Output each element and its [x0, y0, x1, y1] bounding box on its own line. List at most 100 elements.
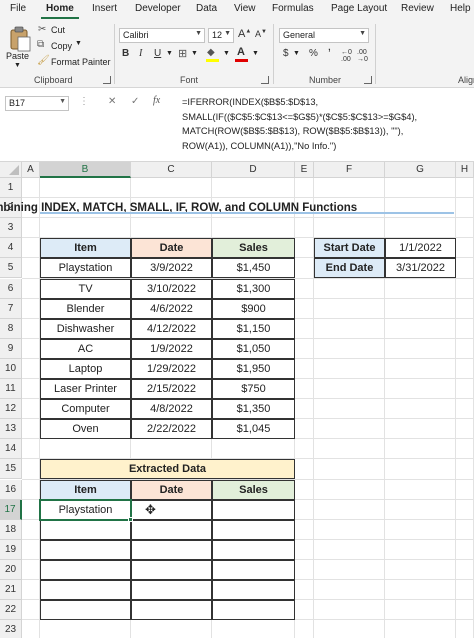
borders-icon[interactable]: ⊞	[178, 47, 187, 60]
paste-button[interactable]: Paste ▼	[6, 22, 34, 72]
column-header-a[interactable]: A	[22, 162, 40, 178]
extracted-cell[interactable]	[131, 499, 212, 520]
font-launcher-icon[interactable]	[261, 76, 269, 84]
row-header-4[interactable]: 4	[0, 238, 22, 259]
table-cell[interactable]: 4/6/2022	[131, 298, 212, 319]
column-header-d[interactable]: D	[212, 162, 295, 178]
table-cell[interactable]: Laptop	[40, 358, 131, 379]
select-all-corner[interactable]	[0, 162, 22, 178]
italic-icon[interactable]: I	[139, 48, 142, 59]
extracted-cell[interactable]	[212, 600, 295, 621]
row-header-11[interactable]: 11	[0, 379, 22, 400]
increase-decimal-icon[interactable]: ←0.00	[341, 49, 352, 63]
bold-icon[interactable]: B	[122, 48, 129, 59]
tab-help[interactable]: Help	[450, 3, 471, 14]
clipboard-launcher-icon[interactable]	[103, 76, 111, 84]
formula-bar-resize-handle[interactable]: ⋮	[79, 96, 89, 107]
table-cell[interactable]: $900	[212, 298, 295, 319]
table-cell[interactable]: 2/22/2022	[131, 419, 212, 440]
currency-icon[interactable]: $	[283, 48, 289, 59]
extracted-cell[interactable]	[131, 559, 212, 580]
tab-view[interactable]: View	[234, 3, 256, 14]
row-header-10[interactable]: 10	[0, 358, 22, 379]
row-header-12[interactable]: 12	[0, 399, 22, 420]
column-header-b[interactable]: B	[40, 162, 131, 178]
chevron-down-icon[interactable]: ▼	[75, 40, 82, 47]
font-color-icon[interactable]: A	[234, 46, 250, 63]
table-cell[interactable]: Laser Printer	[40, 379, 131, 400]
table-cell[interactable]: $1,350	[212, 399, 295, 420]
tab-file[interactable]: File	[10, 3, 26, 14]
tab-developer[interactable]: Developer	[135, 3, 181, 14]
column-header-e[interactable]: E	[295, 162, 314, 178]
tab-insert[interactable]: Insert	[92, 3, 117, 14]
chevron-down-icon[interactable]: ▼	[293, 50, 300, 57]
table-cell[interactable]: 1/9/2022	[131, 338, 212, 359]
tab-formulas[interactable]: Formulas	[272, 3, 314, 14]
chevron-down-icon[interactable]: ▼	[252, 50, 259, 57]
extracted-cell[interactable]	[212, 539, 295, 560]
table-cell[interactable]: $1,045	[212, 419, 295, 440]
table-cell[interactable]: 3/9/2022	[131, 258, 212, 279]
comma-style-icon[interactable]: ʼ	[328, 46, 331, 61]
extracted-cell[interactable]	[212, 499, 295, 520]
table-cell[interactable]: AC	[40, 338, 131, 359]
table-cell[interactable]: 3/10/2022	[131, 278, 212, 299]
extracted-cell[interactable]	[131, 600, 212, 621]
copy-button[interactable]: Copy	[51, 41, 72, 51]
row-header-8[interactable]: 8	[0, 318, 22, 339]
row-header-19[interactable]: 19	[0, 539, 22, 560]
tab-review[interactable]: Review	[401, 3, 434, 14]
fill-color-icon[interactable]: ◆	[205, 47, 221, 63]
table-cell[interactable]: Dishwasher	[40, 318, 131, 339]
cut-button[interactable]: Cut	[51, 25, 65, 35]
row-header-13[interactable]: 13	[0, 419, 22, 440]
extracted-cell[interactable]	[40, 600, 131, 621]
table-cell[interactable]: Oven	[40, 419, 131, 440]
decrease-decimal-icon[interactable]: .00 →0	[357, 49, 368, 63]
extracted-cell[interactable]	[131, 519, 212, 540]
row-header-22[interactable]: 22	[0, 600, 22, 621]
extracted-cell[interactable]	[40, 519, 131, 540]
extracted-cell[interactable]	[131, 580, 212, 601]
row-header-3[interactable]: 3	[0, 218, 22, 239]
tab-data[interactable]: Data	[196, 3, 217, 14]
table-cell[interactable]: $1,150	[212, 318, 295, 339]
extracted-cell[interactable]	[40, 539, 131, 560]
number-launcher-icon[interactable]	[364, 76, 372, 84]
row-header-23[interactable]: 23	[0, 620, 22, 638]
column-header-g[interactable]: G	[385, 162, 456, 178]
column-header-f[interactable]: F	[314, 162, 385, 178]
insert-function-icon[interactable]: fx	[153, 95, 160, 106]
table-cell[interactable]: 4/8/2022	[131, 399, 212, 420]
table-cell[interactable]: $1,450	[212, 258, 295, 279]
table-cell[interactable]: Playstation	[40, 258, 131, 279]
extracted-cell[interactable]	[40, 559, 131, 580]
row-header-1[interactable]: 1	[0, 178, 22, 199]
table-cell[interactable]: $1,300	[212, 278, 295, 299]
extracted-cell[interactable]	[131, 539, 212, 560]
extracted-cell[interactable]	[212, 519, 295, 540]
decrease-font-icon[interactable]: A▼	[255, 29, 267, 39]
chevron-down-icon[interactable]: ▼	[191, 50, 198, 57]
row-header-5[interactable]: 5	[0, 258, 22, 279]
enter-icon[interactable]: ✓	[131, 96, 139, 107]
row-header-17[interactable]: 17	[0, 499, 22, 520]
chevron-down-icon[interactable]: ▼	[223, 50, 230, 57]
extracted-cell[interactable]	[40, 580, 131, 601]
table-cell[interactable]: $750	[212, 379, 295, 400]
row-header-16[interactable]: 16	[0, 479, 22, 500]
chevron-down-icon[interactable]: ▼	[166, 50, 173, 57]
row-header-6[interactable]: 6	[0, 278, 22, 299]
extracted-cell[interactable]	[212, 580, 295, 601]
tab-page-layout[interactable]: Page Layout	[331, 3, 387, 14]
formula-input[interactable]: =IFERROR(INDEX($B$5:$D$13, SMALL(IF(($C$…	[182, 95, 472, 153]
format-painter-icon[interactable]: 🖌	[37, 55, 50, 66]
row-header-7[interactable]: 7	[0, 298, 22, 319]
table-cell[interactable]: 1/29/2022	[131, 358, 212, 379]
percent-icon[interactable]: %	[309, 48, 318, 59]
row-header-20[interactable]: 20	[0, 559, 22, 580]
table-cell[interactable]: Computer	[40, 399, 131, 420]
copy-icon[interactable]: ⧉	[37, 39, 44, 50]
cancel-icon[interactable]: ✕	[108, 96, 116, 107]
